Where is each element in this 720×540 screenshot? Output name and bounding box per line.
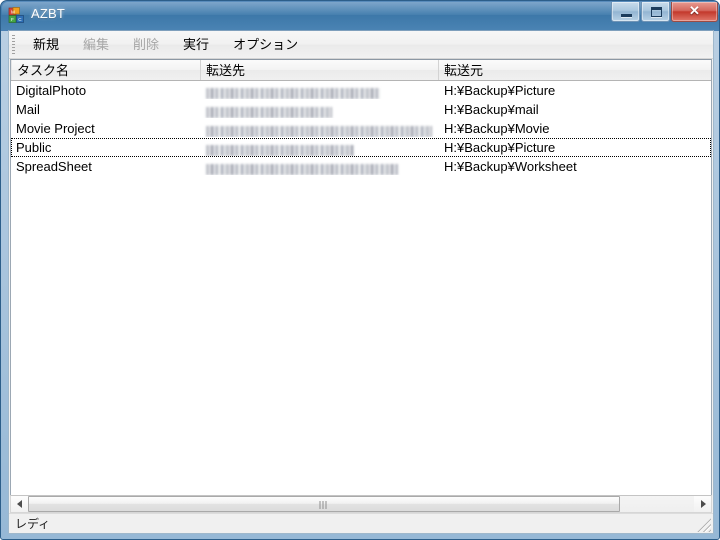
redacted-path <box>206 163 398 175</box>
column-header-task-name[interactable]: タスク名 <box>11 60 201 80</box>
close-button[interactable]: ✕ <box>671 2 718 22</box>
table-row[interactable]: DigitalPhoto H:¥Backup¥Picture <box>11 81 711 100</box>
menu-item-new[interactable]: 新規 <box>21 32 71 57</box>
table-row[interactable]: Mail H:¥Backup¥mail <box>11 100 711 119</box>
title-bar[interactable]: M F C AZBT ✕ <box>1 1 719 30</box>
menu-bar: 新規 編集 削除 実行 オプション <box>9 31 713 59</box>
application-window: M F C AZBT ✕ 新規 編集 削除 実行 オプション タスク名 転送先 … <box>0 0 720 540</box>
status-message: レディ <box>15 517 51 531</box>
resize-grip-icon[interactable] <box>697 518 711 532</box>
table-row[interactable]: SpreadSheet H:¥Backup¥Worksheet <box>11 157 711 176</box>
mfc-app-icon[interactable]: M F C <box>8 7 25 24</box>
scrollbar-track[interactable] <box>28 496 694 512</box>
column-header-source[interactable]: 転送元 <box>439 60 711 80</box>
cell-source: H:¥Backup¥Picture <box>444 140 556 155</box>
cell-source: H:¥Backup¥mail <box>444 102 539 117</box>
redacted-path <box>206 106 332 118</box>
minimize-icon <box>621 14 632 17</box>
triangle-left-icon <box>16 500 22 508</box>
svg-text:M: M <box>11 10 15 15</box>
list-rows: DigitalPhoto H:¥Backup¥Picture Mail H:¥B… <box>11 81 711 514</box>
close-icon: ✕ <box>689 3 700 18</box>
menu-item-edit[interactable]: 編集 <box>71 32 121 57</box>
cell-destination <box>201 139 439 156</box>
cell-task-name: Movie Project <box>16 121 95 136</box>
menu-item-options[interactable]: オプション <box>221 32 310 57</box>
cell-source: H:¥Backup¥Worksheet <box>444 159 577 174</box>
caption-button-group: ✕ <box>611 2 718 23</box>
column-header-destination[interactable]: 転送先 <box>201 60 439 80</box>
cell-task-name: Mail <box>16 102 40 117</box>
table-row[interactable]: Movie Project H:¥Backup¥Movie <box>11 119 711 138</box>
redacted-path <box>206 87 380 99</box>
cell-task-name: DigitalPhoto <box>16 83 87 98</box>
scrollbar-grip-icon <box>319 501 329 509</box>
cell-source: H:¥Backup¥Movie <box>444 121 550 136</box>
maximize-icon <box>651 7 662 17</box>
client-area: 新規 編集 削除 実行 オプション タスク名 転送先 転送元 DigitalPh… <box>8 30 714 534</box>
maximize-button[interactable] <box>641 2 670 22</box>
minimize-button[interactable] <box>611 2 640 22</box>
window-title: AZBT <box>31 6 66 21</box>
cell-task-name: SpreadSheet <box>16 159 92 174</box>
list-header: タスク名 転送先 転送元 <box>11 60 711 81</box>
scroll-right-arrow-icon[interactable] <box>694 496 711 512</box>
table-row-focused[interactable]: Public H:¥Backup¥Picture <box>11 138 711 157</box>
horizontal-scrollbar[interactable] <box>10 495 712 513</box>
scrollbar-thumb[interactable] <box>28 496 620 512</box>
cell-source: H:¥Backup¥Picture <box>444 83 556 98</box>
cell-destination <box>201 101 439 118</box>
redacted-path <box>206 144 354 156</box>
cell-destination <box>201 158 439 175</box>
cell-task-name: Public <box>16 140 52 155</box>
cell-destination <box>201 82 439 99</box>
status-bar: レディ <box>9 513 713 533</box>
task-list-view[interactable]: タスク名 転送先 転送元 DigitalPhoto H:¥Backup¥Pict… <box>10 59 712 515</box>
scroll-left-arrow-icon[interactable] <box>11 496 28 512</box>
cell-destination <box>201 120 439 137</box>
menu-item-delete[interactable]: 削除 <box>121 32 171 57</box>
menu-item-execute[interactable]: 実行 <box>171 32 221 57</box>
triangle-right-icon <box>700 500 706 508</box>
menu-item-list: 新規 編集 削除 実行 オプション <box>21 31 310 58</box>
svg-text:F: F <box>11 17 14 22</box>
redacted-path <box>206 125 432 137</box>
toolbar-grip-handle[interactable] <box>12 35 15 55</box>
